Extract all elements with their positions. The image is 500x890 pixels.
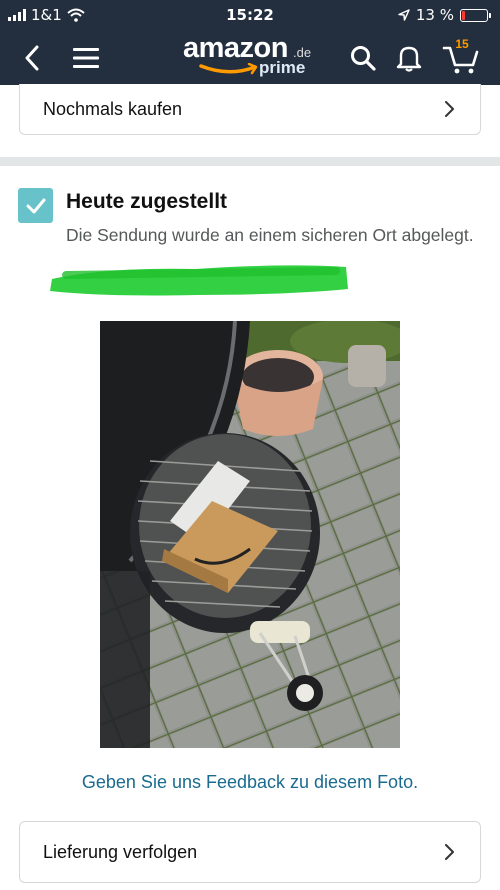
battery-percent: 13 % — [415, 6, 454, 24]
bell-icon — [396, 46, 422, 72]
logo-prime: prime — [259, 58, 306, 77]
battery-icon — [460, 8, 491, 22]
delivered-checkbox — [18, 188, 53, 223]
section-divider — [0, 157, 500, 166]
menu-icon — [73, 47, 99, 68]
back-button[interactable] — [12, 30, 52, 85]
back-chevron-icon — [25, 45, 39, 70]
chevron-right-icon — [445, 101, 454, 117]
notifications-button[interactable] — [389, 30, 429, 85]
photo-feedback-link[interactable]: Geben Sie uns Feedback zu diesem Foto. — [0, 772, 500, 793]
highlighter-marker — [50, 265, 348, 296]
status-right: 13 % — [398, 6, 491, 24]
status-bar: 1&1 15:22 13 % — [0, 0, 500, 30]
track-delivery-row[interactable]: Lieferung verfolgen — [19, 821, 481, 883]
cart-button[interactable]: 15 — [437, 30, 485, 85]
search-icon — [351, 45, 376, 71]
buy-again-label: Nochmals kaufen — [43, 98, 183, 119]
checkmark-icon — [26, 198, 45, 213]
delivery-photo-image — [100, 321, 400, 748]
battery-fill — [462, 10, 465, 20]
search-button[interactable] — [343, 30, 383, 85]
cart-count: 15 — [455, 37, 469, 51]
amazon-prime-logo[interactable]: amazon .de prime — [183, 32, 323, 82]
delivery-status-title: Heute zugestellt — [66, 190, 228, 213]
logo-smile-icon — [199, 63, 258, 75]
location-arrow-icon — [398, 9, 410, 21]
buy-again-row[interactable]: Nochmals kaufen — [19, 84, 481, 135]
chevron-right-icon — [445, 844, 454, 860]
nav-bar: amazon .de prime 15 — [0, 30, 500, 85]
track-delivery-label: Lieferung verfolgen — [43, 841, 198, 862]
delivery-photo[interactable] — [100, 321, 400, 748]
delivery-status-description: Die Sendung wurde an einem sicheren Ort … — [66, 225, 474, 245]
menu-button[interactable] — [64, 30, 108, 85]
